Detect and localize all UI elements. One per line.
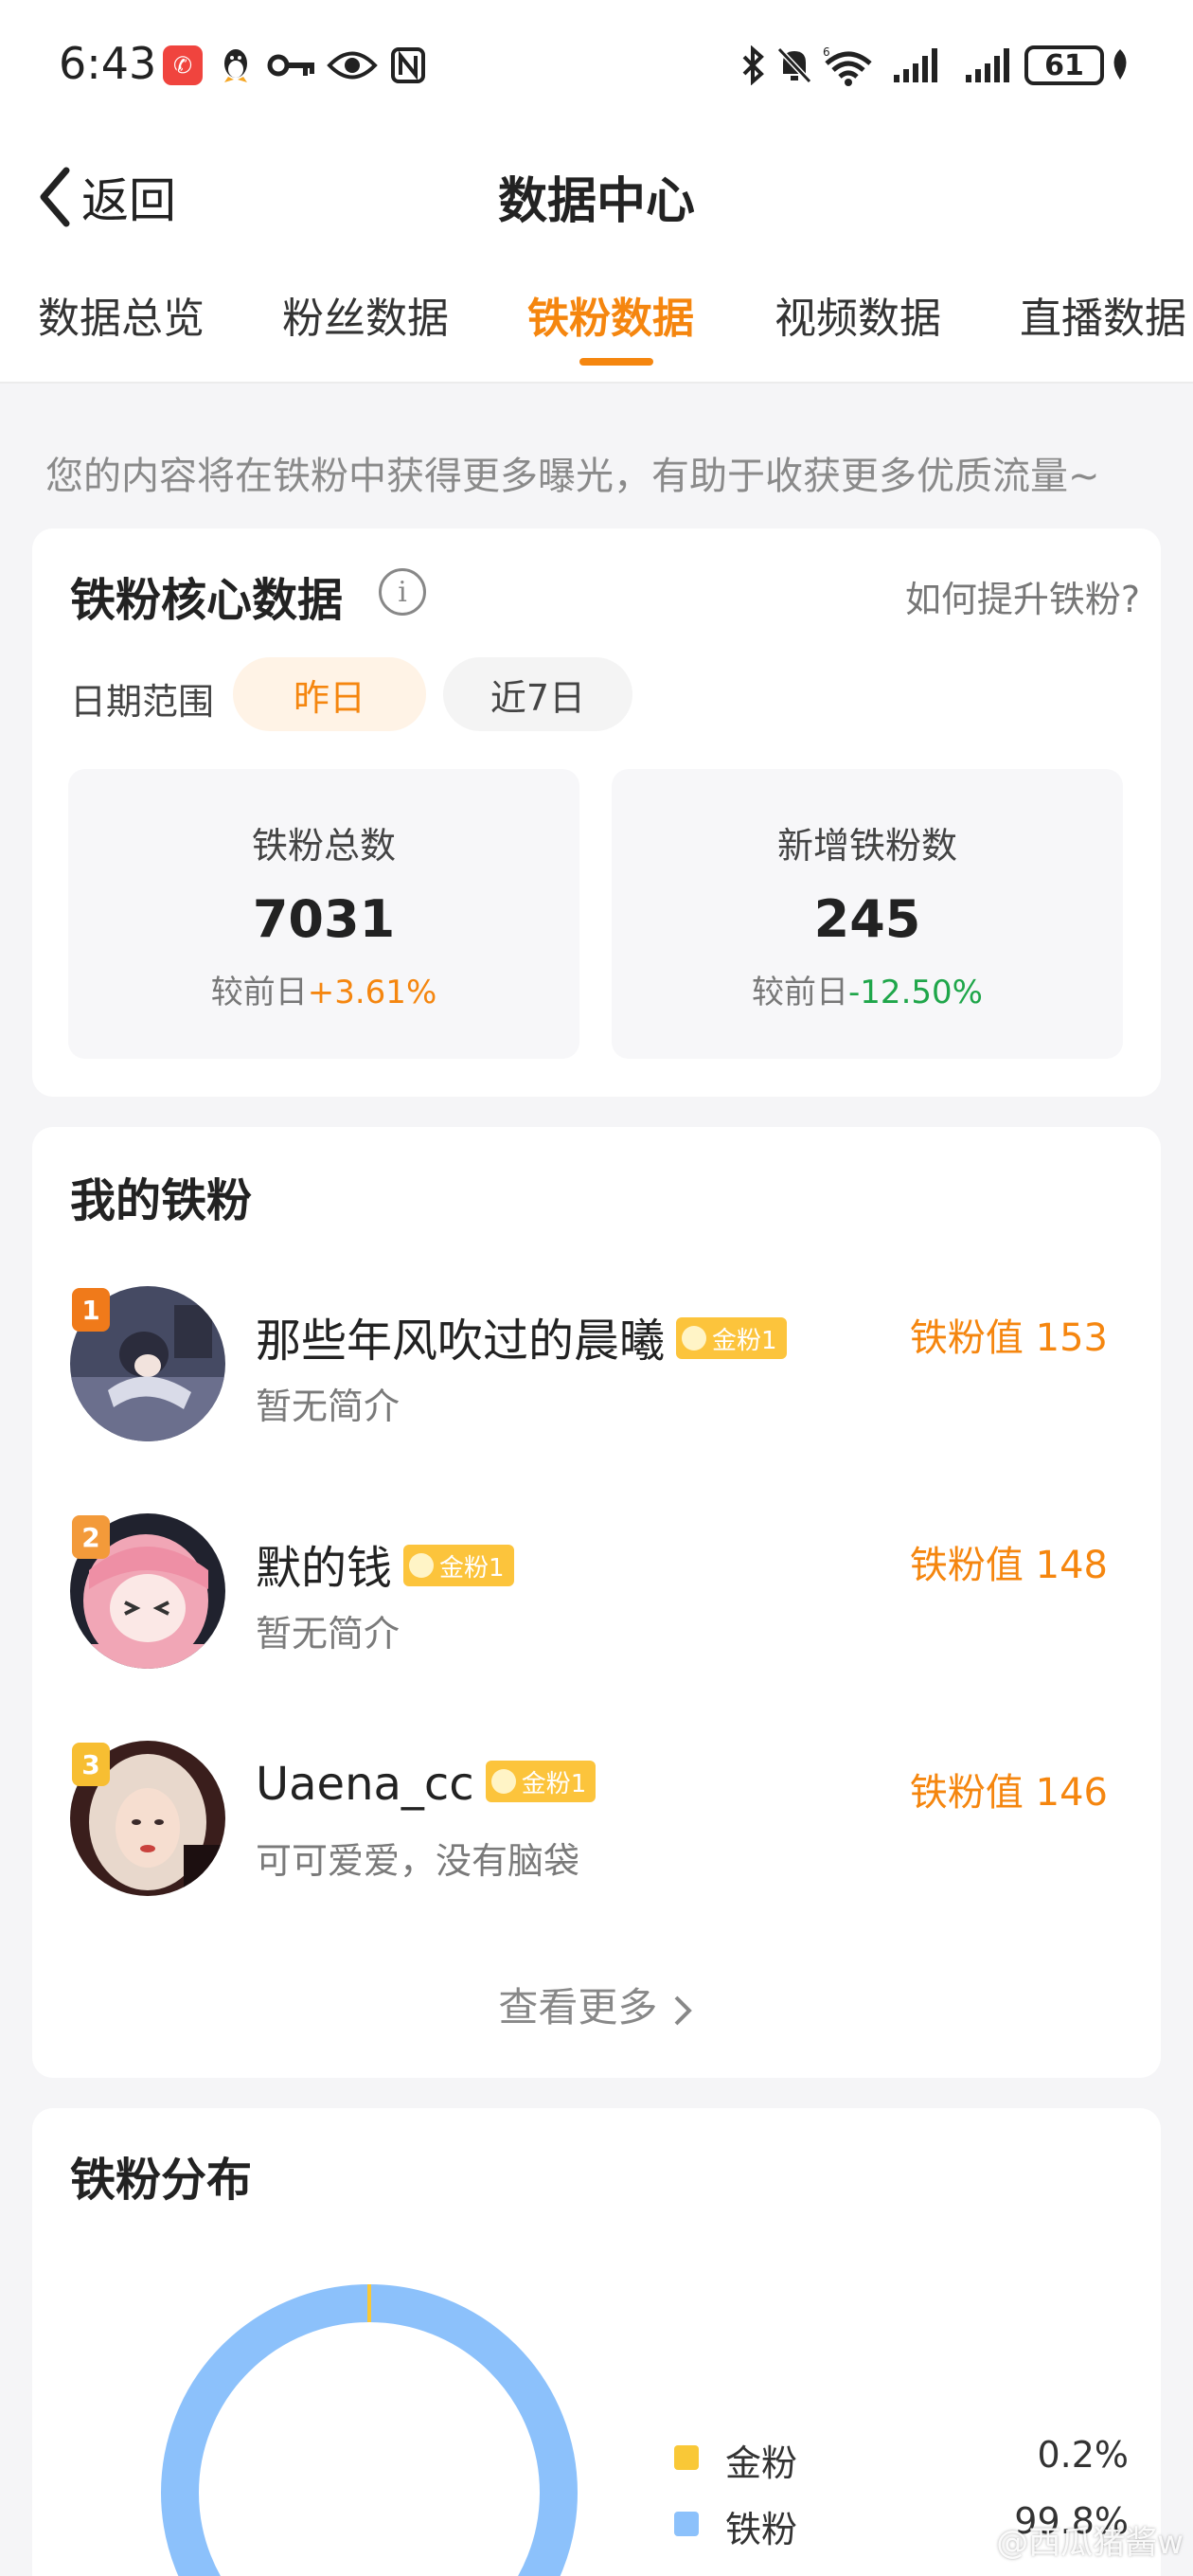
active-tab-indicator	[579, 358, 653, 366]
distribution-title: 铁粉分布	[70, 2154, 253, 2207]
distribution-donut-chart	[161, 2284, 578, 2576]
stat-new-iron-fans: 新增铁粉数 245 较前日-12.50%	[612, 769, 1123, 1059]
mute-bell-icon	[775, 45, 814, 85]
qq-icon	[216, 45, 256, 85]
leaf-icon	[1106, 45, 1134, 85]
tab-overview[interactable]: 数据总览	[38, 284, 205, 345]
fan-list-item[interactable]: 2 默的钱 金粉1 暂无简介 铁粉值 148	[38, 1513, 1108, 1684]
tab-live[interactable]: 直播数据	[1020, 284, 1186, 345]
stat-compare: 较前日-12.50%	[752, 974, 983, 1011]
rank-badge: 2	[72, 1515, 110, 1559]
legend-swatch	[674, 2512, 699, 2536]
stat-change-down: -12.50%	[848, 974, 983, 1011]
status-bar: 6:43 ✆ 6 61	[0, 0, 1193, 142]
legend-swatch	[674, 2445, 699, 2470]
tab-followers[interactable]: 粉丝数据	[282, 284, 449, 345]
gold-fan-badge: 金粉1	[403, 1545, 514, 1586]
date-range-label: 日期范围	[70, 681, 215, 723]
fan-name: 那些年风吹过的晨曦 金粉1	[256, 1303, 787, 1369]
my-fans-title: 我的铁粉	[70, 1174, 253, 1227]
fan-name: Uaena_cc 金粉1	[256, 1758, 596, 1811]
stat-total-iron-fans: 铁粉总数 7031 较前日+3.61%	[68, 769, 579, 1059]
stat-change-up: +3.61%	[307, 974, 437, 1011]
stat-value: 7031	[252, 889, 396, 949]
fan-bio: 可可爱爱，没有脑袋	[256, 1840, 580, 1882]
range-yesterday-button[interactable]: 昨日	[233, 657, 426, 731]
gold-fan-badge: 金粉1	[676, 1317, 787, 1359]
fan-bio: 暂无简介	[256, 1613, 401, 1655]
fan-list-item[interactable]: 1 那些年风吹过的晨曦 金粉1 暂无简介 铁粉值 153	[38, 1286, 1108, 1457]
donut-segment-iron	[161, 2284, 578, 2576]
fan-bio: 暂无简介	[256, 1386, 401, 1427]
legend-name: 金粉	[725, 2442, 798, 2484]
page-title: 数据中心	[497, 173, 695, 230]
wifi-icon: 6	[820, 45, 877, 86]
stat-value: 245	[813, 889, 921, 949]
fan-value: 铁粉值 146	[909, 1771, 1108, 1815]
fan-value: 铁粉值 148	[909, 1544, 1108, 1587]
nav-bar: 返回 数据中心	[0, 142, 1193, 246]
how-to-improve-link[interactable]: 如何提升铁粉?	[905, 570, 1140, 622]
bluetooth-icon	[733, 45, 773, 85]
missed-call-icon: ✆	[163, 45, 203, 85]
gold-fan-badge: 金粉1	[485, 1761, 596, 1802]
stat-label: 铁粉总数	[251, 825, 396, 867]
rank-badge: 3	[72, 1743, 110, 1786]
nfc-icon	[388, 45, 428, 85]
chevron-right-icon	[674, 1995, 692, 2025]
gem-icon	[409, 1553, 435, 1578]
gem-icon	[490, 1769, 516, 1794]
rank-badge: 1	[72, 1288, 110, 1332]
legend-item-gold: 金粉 0.2%	[674, 2434, 1129, 2484]
stat-compare: 较前日+3.61%	[210, 974, 437, 1011]
gem-icon	[682, 1326, 707, 1351]
watermark: @西瓜猪酱w	[996, 2524, 1184, 2562]
eye-icon	[326, 45, 379, 85]
fan-name: 默的钱 金粉1	[256, 1530, 514, 1597]
hint-text: 您的内容将在铁粉中获得更多曝光，有助于收获更多优质流量~	[45, 455, 1100, 498]
signal-icon-2	[962, 45, 1019, 85]
status-time: 6:43	[59, 38, 157, 89]
core-data-title: 铁粉核心数据	[70, 574, 344, 627]
range-7days-button[interactable]: 近7日	[443, 657, 632, 731]
key-icon	[265, 45, 318, 85]
signal-icon-1	[890, 45, 947, 85]
info-icon[interactable]: i	[379, 568, 426, 616]
legend-value: 0.2%	[1037, 2434, 1129, 2476]
tab-iron-fans[interactable]: 铁粉数据	[527, 284, 694, 345]
tab-bar: 数据总览 粉丝数据 铁粉数据 视频数据 直播数据	[0, 246, 1193, 384]
tab-videos[interactable]: 视频数据	[775, 284, 941, 345]
stat-label: 新增铁粉数	[776, 825, 957, 867]
legend-name: 铁粉	[725, 2509, 798, 2550]
fan-list-item[interactable]: 3 Uaena_cc 金粉1 可可爱爱，没有脑袋 铁粉值 146	[38, 1741, 1108, 1911]
svg-text:6: 6	[823, 45, 830, 59]
fan-value: 铁粉值 153	[909, 1316, 1108, 1360]
battery-indicator: 61	[1024, 45, 1104, 85]
see-more-button[interactable]: 查看更多	[32, 1976, 1161, 2033]
